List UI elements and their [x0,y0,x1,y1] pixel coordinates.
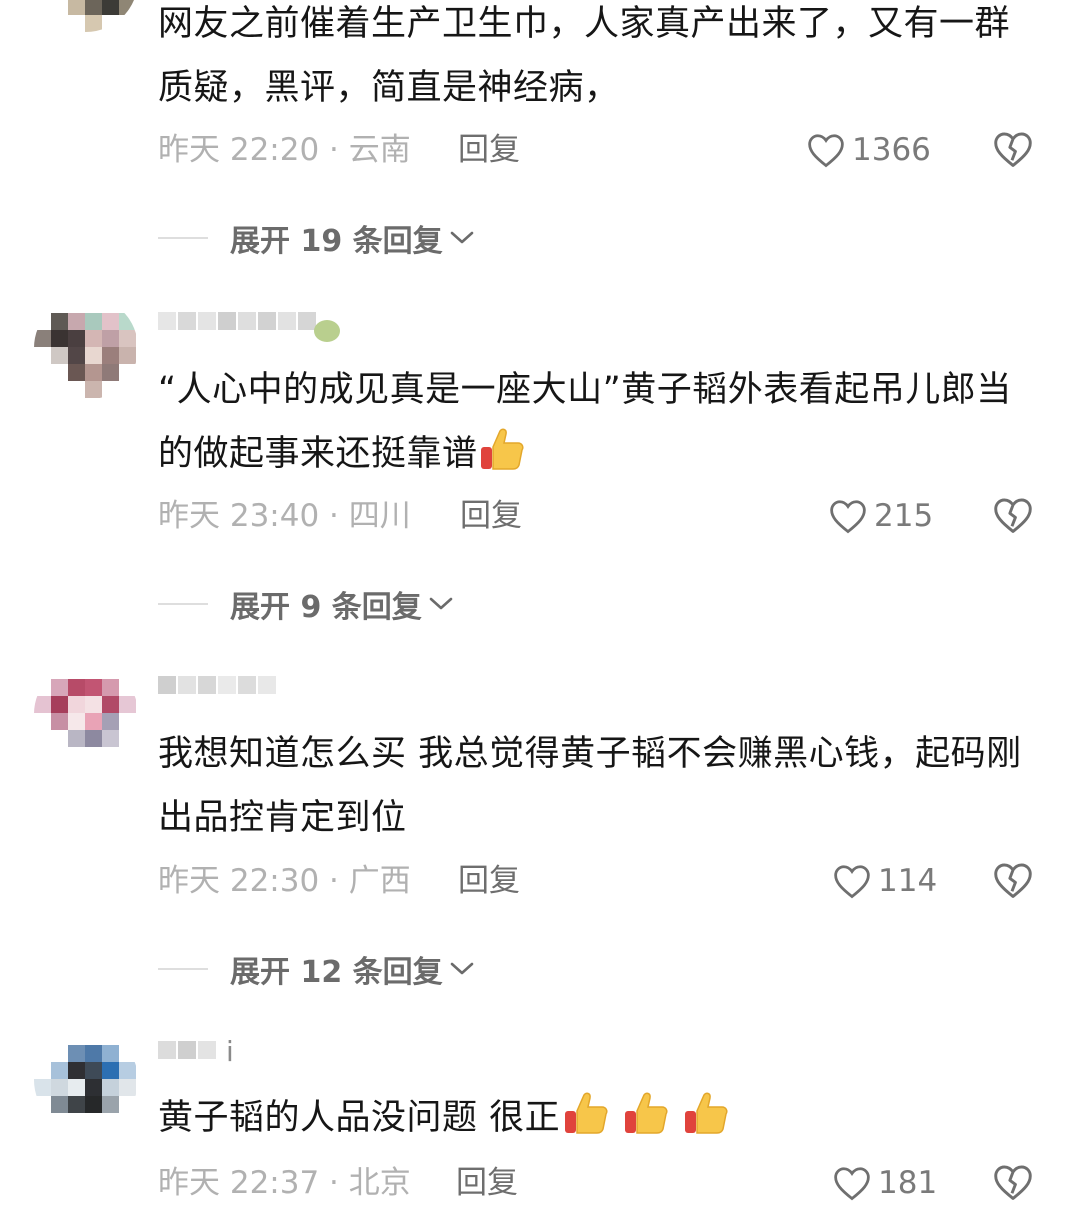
reply-button[interactable]: 回复 [458,861,520,901]
timestamp-location: 昨天 22:30 · 广西 [158,863,411,899]
dislike-button[interactable] [992,861,1034,909]
comment-meta: 昨天 22:37 · 北京 回复 181 [158,1163,1038,1203]
dislike-button[interactable] [992,130,1034,178]
avatar[interactable] [34,296,138,400]
avatar[interactable] [34,1028,138,1132]
divider [158,968,208,970]
like-count: 215 [874,498,934,534]
broken-heart-icon [994,863,1032,898]
timestamp-location: 昨天 22:20 · 云南 [158,132,411,168]
heart-outline-icon [834,1167,870,1201]
dislike-button[interactable] [992,496,1034,544]
comment-text: 我想知道怎么买 我总觉得黄子韬不会赚黑心钱，起码刚出品控肯定到位 [158,734,1022,838]
like-button[interactable]: 181 [832,1163,937,1203]
heart-outline-icon [830,500,866,534]
thumbs-up-emoji [680,1089,732,1158]
expand-replies-label: 展开 19 条回复 [230,224,443,259]
chevron-down-icon [429,597,453,610]
broken-heart-icon [994,498,1032,533]
divider [158,237,208,239]
like-count: 1366 [852,132,931,168]
broken-heart-icon [994,132,1032,167]
comment-text: 黄子韬的人品没问题 很正 [158,1086,1038,1158]
reply-button[interactable]: 回复 [460,496,522,536]
thumbs-up-emoji [620,1089,672,1158]
expand-replies-button[interactable]: 展开 9 条回复 [158,584,454,625]
reply-button[interactable]: 回复 [456,1163,518,1203]
thumbs-up-emoji [478,425,526,494]
username-blurred[interactable]: i [158,1035,348,1075]
comment-meta: 昨天 22:20 · 云南 回复 1366 [158,130,1038,170]
avatar[interactable] [34,662,138,766]
comment-text-content: 黄子韬的人品没问题 很正 [158,1098,561,1138]
comment-text: 网友之前催着生产卫生巾，人家真产出来了，又有一群质疑，黑评，简直是神经病， [158,4,1011,108]
expand-replies-button[interactable]: 展开 19 条回复 [158,218,475,259]
timestamp-location: 昨天 22:37 · 北京 [158,1165,411,1201]
heart-outline-icon [808,134,844,168]
like-count: 114 [878,863,938,899]
username-blurred[interactable] [158,676,348,710]
like-count: 181 [878,1165,938,1201]
avatar[interactable] [34,0,138,32]
broken-heart-icon [994,1165,1032,1200]
chevron-down-icon [450,231,473,244]
timestamp-location: 昨天 23:40 · 四川 [158,498,411,534]
comment-text: “人心中的成见真是一座大山”黄子韬外表看起吊儿郎当的做起事来还挺靠谱 [158,358,1038,494]
expand-replies-label: 展开 9 条回复 [230,590,422,625]
expand-replies-label: 展开 12 条回复 [230,955,443,990]
reply-button[interactable]: 回复 [458,130,520,170]
divider [158,603,208,605]
comment-meta: 昨天 22:30 · 广西 回复 114 [158,861,1038,901]
comment-meta: 昨天 23:40 · 四川 回复 215 [158,496,1038,536]
like-button[interactable]: 1366 [806,130,931,170]
heart-outline-icon [834,865,870,899]
like-button[interactable]: 114 [832,861,937,901]
username-blurred[interactable] [158,312,348,346]
expand-replies-button[interactable]: 展开 12 条回复 [158,949,475,990]
chevron-down-icon [450,962,473,975]
username-suffix: i [226,1035,234,1068]
thumbs-up-emoji [560,1089,612,1158]
comment-text-content: “人心中的成见真是一座大山”黄子韬外表看起吊儿郎当的做起事来还挺靠谱 [158,370,1012,474]
like-button[interactable]: 215 [828,496,933,536]
